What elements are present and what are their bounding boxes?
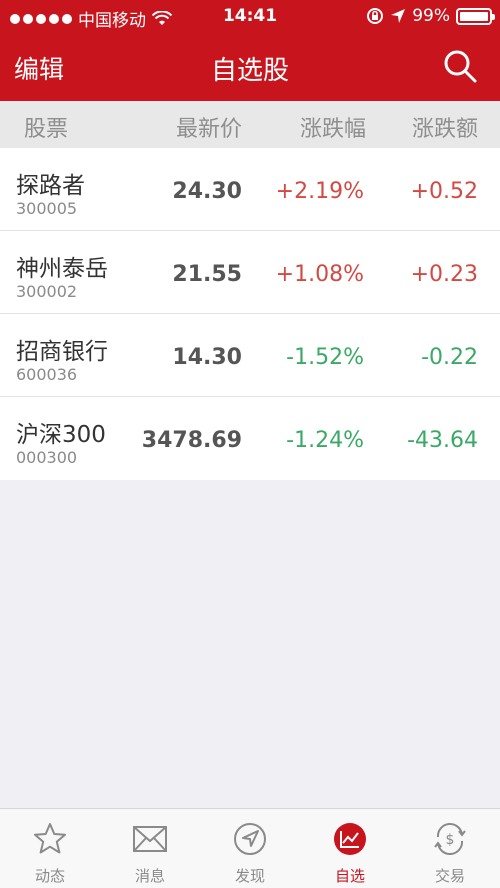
stock-price: 24.30 (172, 179, 242, 204)
column-name-header[interactable]: 股票 (24, 111, 68, 143)
stock-change-amount: +0.23 (410, 262, 478, 287)
tab-label: 交易 (434, 867, 465, 885)
search-icon[interactable] (442, 48, 478, 84)
tab-zixuan[interactable]: 自选 (300, 809, 400, 888)
stock-code: 300005 (16, 199, 78, 218)
stock-price: 3478.69 (141, 428, 242, 453)
tab-xiaoxi[interactable]: 消息 (100, 809, 200, 888)
rotation-lock-icon (367, 8, 384, 24)
stock-code: 300002 (16, 282, 78, 301)
status-bar: 中国移动 14:41 99% (0, 0, 500, 34)
tab-label: 自选 (334, 867, 365, 885)
exchange-icon: $ (434, 823, 466, 855)
column-header: 股票 最新价 涨跌幅 涨跌额 (0, 101, 500, 148)
column-chg-header[interactable]: 涨跌额 (412, 111, 478, 143)
stock-row[interactable]: 神州泰岳 300002 21.55 +1.08% +0.23 (0, 231, 500, 314)
stock-name: 探路者 (16, 173, 85, 199)
stock-code: 000300 (16, 448, 78, 467)
tab-faxian[interactable]: 发现 (200, 809, 300, 888)
column-price-header[interactable]: 最新价 (176, 111, 242, 143)
stock-change-percent: -1.52% (286, 345, 364, 370)
svg-text:$: $ (446, 832, 455, 848)
nav-bar: 编辑 自选股 (0, 34, 500, 101)
tab-label: 消息 (134, 867, 165, 885)
mail-icon (133, 826, 167, 852)
stock-price: 21.55 (172, 262, 242, 287)
tab-label: 发现 (234, 867, 265, 885)
page-title: 自选股 (210, 56, 289, 86)
tab-jiaoyi[interactable]: $ 交易 (400, 809, 500, 888)
stock-price: 14.30 (172, 345, 242, 370)
stock-name: 沪深300 (16, 422, 106, 448)
stock-change-percent: +2.19% (275, 179, 364, 204)
tab-label: 动态 (34, 867, 65, 885)
stock-change-percent: +1.08% (275, 262, 364, 287)
location-icon (391, 9, 406, 23)
compass-icon (234, 823, 266, 855)
stock-row[interactable]: 招商银行 600036 14.30 -1.52% -0.22 (0, 314, 500, 397)
status-right: 99% (366, 6, 495, 26)
star-icon (34, 823, 66, 854)
stock-change-amount: -43.64 (407, 428, 478, 453)
stock-change-percent: -1.24% (286, 428, 364, 453)
stock-change-amount: +0.52 (410, 179, 478, 204)
stock-list: 探路者 300005 24.30 +2.19% +0.52 神州泰岳 30000… (0, 148, 500, 480)
battery-icon (456, 7, 495, 25)
stock-name: 招商银行 (16, 339, 108, 365)
column-pct-header[interactable]: 涨跌幅 (300, 111, 366, 143)
stock-change-amount: -0.22 (421, 345, 478, 370)
stock-code: 600036 (16, 365, 78, 384)
tab-dongtai[interactable]: 动态 (0, 809, 100, 888)
stock-row[interactable]: 探路者 300005 24.30 +2.19% +0.52 (0, 148, 500, 231)
stock-row[interactable]: 沪深300 000300 3478.69 -1.24% -43.64 (0, 397, 500, 480)
chart-icon (334, 823, 366, 855)
stock-name: 神州泰岳 (16, 256, 108, 282)
tab-bar: 动态 消息 发现 自选 $ 交易 (0, 808, 500, 888)
battery-percent: 99% (412, 6, 450, 26)
top-bar: 中国移动 14:41 99% 编辑 自选股 (0, 0, 500, 101)
